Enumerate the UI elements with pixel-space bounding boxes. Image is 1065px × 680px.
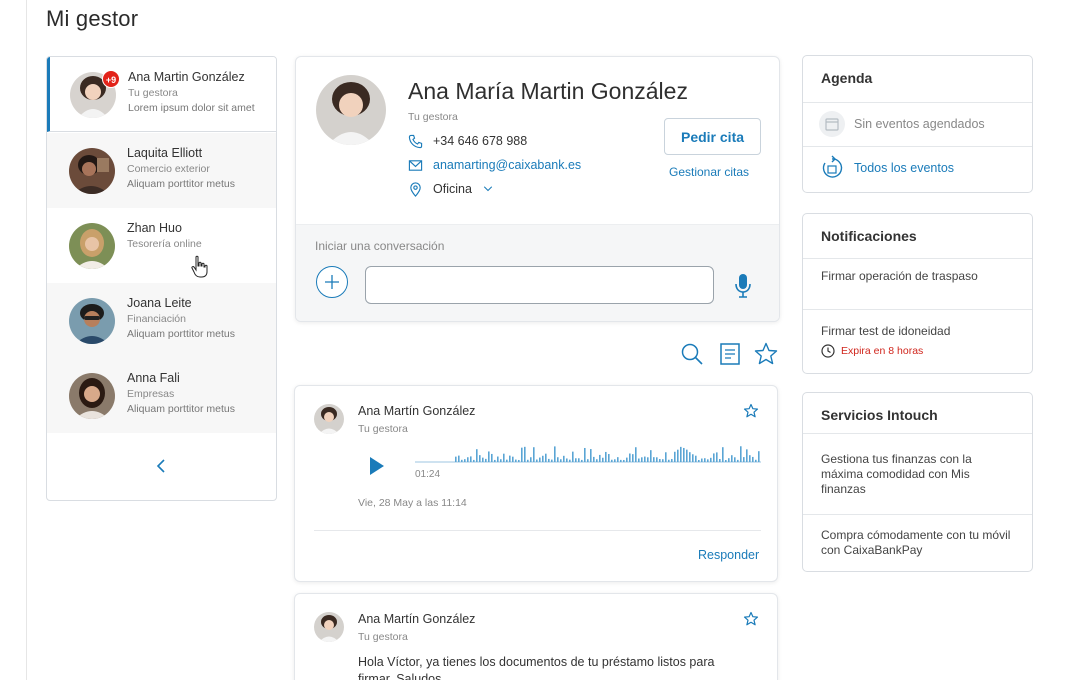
page-title: Mi gestor [46,6,139,31]
contact-item[interactable]: +9 Ana Martin González Tu gestora Lorem … [47,57,276,132]
play-icon[interactable] [368,455,386,477]
message-card: Ana Martín González Tu gestora Hola Víct… [294,593,778,680]
contact-name: Joana Leite [127,296,192,310]
contact-snippet: Aliquam porttitor metus [127,403,235,415]
chevron-down-icon [483,186,493,192]
avatar [314,612,344,642]
contact-item[interactable]: Anna Fali Empresas Aliquam porttitor met… [47,358,276,433]
notification-item[interactable]: Firmar operación de traspaso [821,269,1016,284]
microphone-icon[interactable] [734,273,752,299]
plus-icon [325,275,339,289]
all-events-link[interactable]: Todos los eventos [854,161,954,175]
contact-role: Tesorería online [127,238,202,250]
office-label: Oficina [433,182,472,196]
service-item[interactable]: Gestiona tus finanzas con la máxima como… [821,452,1016,497]
reply-link[interactable]: Responder [698,548,759,562]
calendar-icon [819,111,845,137]
phone-row[interactable]: +34 646 678 988 [408,132,527,150]
manager-profile-card: Ana María Martin González Tu gestora +34… [295,56,780,322]
chevron-left-icon[interactable] [153,456,169,476]
divider [803,309,1032,310]
avatar [69,373,115,419]
services-panel: Servicios Intouch Gestiona tus finanzas … [802,392,1033,572]
composer-label: Iniciar una conversación [315,239,445,253]
message-toolbar [679,341,779,367]
notification-item[interactable]: Firmar test de idoneidad [821,324,1016,339]
contact-name: Ana Martin González [128,70,245,84]
contact-role: Tu gestora [128,87,178,99]
message-input[interactable] [365,266,714,304]
expiry-row: Expira en 8 horas [821,344,923,358]
star-icon[interactable] [753,341,779,367]
message-sender: Ana Martín González [358,404,476,418]
calendar-refresh-icon[interactable] [819,155,845,181]
book-appointment-button[interactable]: Pedir cita [664,118,761,155]
message-date: Vie, 28 May a las 11:14 [358,497,467,509]
conversation-composer: Iniciar una conversación [296,224,779,321]
contact-name: Laquita Elliott [127,146,203,160]
document-icon[interactable] [717,341,743,367]
manage-appointments-link[interactable]: Gestionar citas [669,165,749,179]
avatar [69,148,115,194]
avatar [69,298,115,344]
search-icon[interactable] [679,341,705,367]
services-title: Servicios Intouch [821,407,938,423]
audio-duration: 01:24 [415,469,441,480]
left-divider [26,0,27,680]
contacts-panel: +9 Ana Martin González Tu gestora Lorem … [46,56,277,501]
agenda-panel: Agenda Sin eventos agendados Todos los e… [802,55,1033,193]
divider [803,514,1032,515]
contact-snippet: Aliquam porttitor metus [127,328,235,340]
contact-name: Anna Fali [127,371,180,385]
contact-name: Zhan Huo [127,221,182,235]
add-attachment-button[interactable] [316,266,348,298]
unread-badge: +9 [102,70,120,88]
phone-icon [408,134,423,148]
contact-item[interactable]: Zhan Huo Tesorería online [47,208,276,283]
message-sender: Ana Martín González [358,612,476,626]
expiry-text: Expira en 8 horas [841,345,924,357]
avatar [316,75,386,145]
divider [803,433,1032,434]
contact-snippet: Aliquam porttitor metus [127,178,235,190]
email-row[interactable]: anamarting@caixabank.es [408,156,581,174]
contact-item[interactable]: Laquita Elliott Comercio exterior Aliqua… [47,133,276,208]
message-text: Hola Víctor, ya tienes los documentos de… [358,655,715,680]
manager-name: Ana María Martin González [408,78,688,104]
message-sender-role: Tu gestora [358,423,408,435]
phone-number: +34 646 678 988 [433,134,528,148]
contact-role: Financiación [127,313,186,325]
contact-role: Comercio exterior [127,163,210,175]
message-sender-role: Tu gestora [358,631,408,643]
service-item[interactable]: Compra cómodamente con tu móvil con Caix… [821,528,1016,558]
email-link[interactable]: anamarting@caixabank.es [433,158,581,172]
notifications-title: Notificaciones [821,228,917,244]
avatar [314,404,344,434]
hand-cursor-icon [190,255,210,279]
no-events-text: Sin eventos agendados [854,117,985,131]
contact-item[interactable]: Joana Leite Financiación Aliquam porttit… [47,283,276,358]
divider [803,258,1032,259]
contact-snippet: Lorem ipsum dolor sit amet [128,102,255,114]
star-icon[interactable] [743,403,759,419]
office-row[interactable]: Oficina [408,180,494,198]
audio-waveform[interactable] [415,441,761,463]
clock-icon [821,344,835,358]
notifications-panel: Notificaciones Firmar operación de trasp… [802,213,1033,374]
manager-role: Tu gestora [408,111,458,123]
divider [803,102,1032,103]
mail-icon [408,159,423,171]
agenda-title: Agenda [821,70,873,86]
divider [314,530,761,531]
avatar [69,223,115,269]
divider [803,146,1032,147]
contact-role: Empresas [127,388,175,400]
location-pin-icon [410,181,421,197]
message-card: Ana Martín González Tu gestora 01:24 Vie… [294,385,778,582]
star-icon[interactable] [743,611,759,627]
